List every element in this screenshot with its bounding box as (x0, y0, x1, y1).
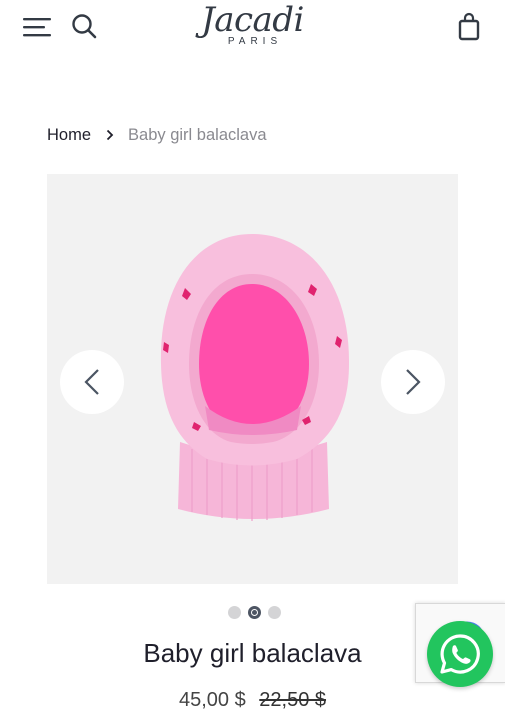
product-gallery[interactable] (47, 174, 458, 584)
site-header: Jacadi PARIS (0, 0, 505, 60)
breadcrumb-home-link[interactable]: Home (47, 126, 91, 145)
breadcrumb-current: Baby girl balaclava (128, 125, 267, 144)
whatsapp-chat-button[interactable] (427, 621, 493, 687)
chevron-right-icon (106, 129, 114, 141)
slide-dot-2-active[interactable] (248, 606, 261, 619)
brand-logo[interactable]: Jacadi PARIS (190, 2, 315, 58)
chevron-right-icon (406, 369, 421, 395)
logo-wordmark: Jacadi (201, 0, 304, 40)
previous-slide-button[interactable] (60, 350, 124, 414)
slide-dot-1[interactable] (228, 606, 241, 619)
next-slide-button[interactable] (381, 350, 445, 414)
whatsapp-icon (440, 634, 480, 674)
slide-pagination (228, 606, 281, 619)
price-current: 45,00 $ (178, 689, 246, 711)
shopping-bag-icon[interactable] (456, 12, 482, 42)
chevron-left-icon (84, 369, 99, 395)
hamburger-menu-icon[interactable] (22, 16, 52, 38)
search-icon[interactable] (70, 12, 98, 40)
slide-dot-3[interactable] (268, 606, 281, 619)
price-old: 22,50 $ (259, 689, 327, 711)
product-price: 45,00 $ 22,50 $ (0, 688, 505, 712)
breadcrumb: Home Baby girl balaclava (47, 124, 267, 146)
